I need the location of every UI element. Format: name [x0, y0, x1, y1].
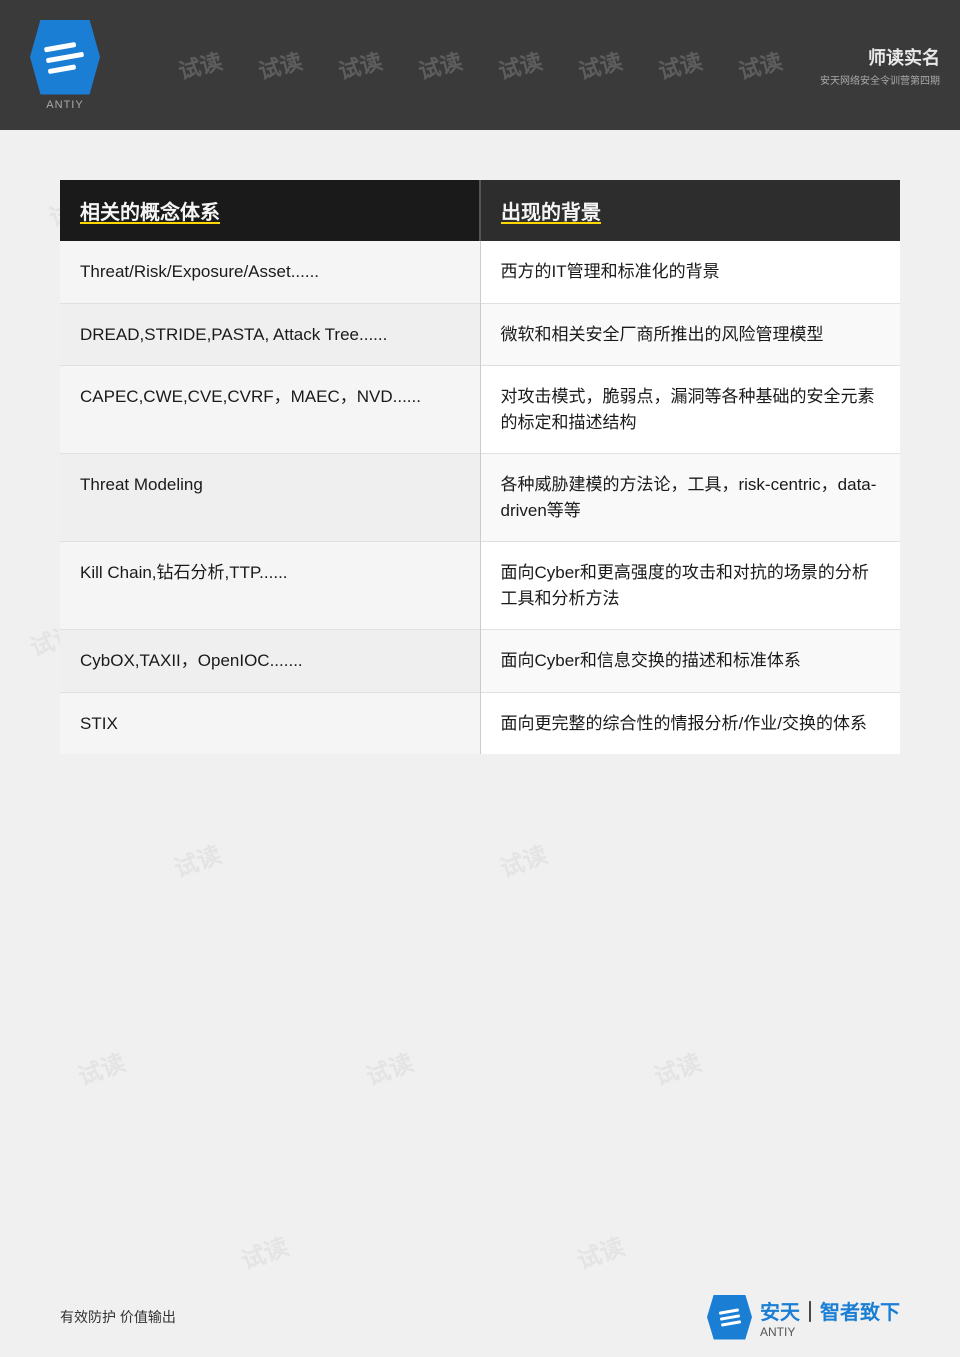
footer-line-2: [719, 1314, 739, 1320]
body-wm-15: 试读: [648, 1043, 705, 1092]
row-5-left: Kill Chain,钻石分析,TTP......: [60, 542, 480, 630]
table-body: Threat/Risk/Exposure/Asset...... 西方的IT管理…: [60, 241, 900, 754]
col-right-header: 出现的背景: [480, 180, 900, 241]
row-6-right: 面向Cyber和信息交换的描述和标准体系: [480, 630, 900, 693]
footer-logo-icon: [707, 1295, 752, 1340]
right-logo-bottom: 安天网络安全令训营第四期: [820, 72, 940, 87]
row-1-left: Threat/Risk/Exposure/Asset......: [60, 241, 480, 303]
row-2-right: 微软和相关安全厂商所推出的风险管理模型: [480, 303, 900, 366]
page-header: ANTIY 试读 试读 试读 试读 试读 试读 试读 试读 师读实名 安天网络安…: [0, 0, 960, 130]
body-wm-11: 试读: [168, 835, 225, 884]
body-wm-17: 试读: [571, 1227, 628, 1276]
concept-table: 相关的概念体系 出现的背景 Threat/Risk/Exposure/Asset…: [60, 180, 900, 754]
footer-slogan: 有效防护 价值输出: [60, 1307, 176, 1327]
logo-line-3: [48, 64, 76, 74]
table-row: Kill Chain,钻石分析,TTP...... 面向Cyber和更高强度的攻…: [60, 542, 900, 630]
footer-logo-label: ANTIY: [760, 1325, 900, 1339]
col-left-header: 相关的概念体系: [60, 180, 480, 241]
row-4-right: 各种威胁建模的方法论，工具，risk-centric，data-driven等等: [480, 454, 900, 542]
footer-brand-text: 安天｜智者致下 ANTIY: [760, 1296, 900, 1339]
footer-brand-area: 安天｜智者致下 ANTIY: [707, 1295, 900, 1340]
header-wm-8: 试读: [735, 44, 786, 86]
row-7-right: 面向更完整的综合性的情报分析/作业/交换的体系: [480, 692, 900, 754]
body-wm-14: 试读: [360, 1043, 417, 1092]
table-row: CybOX,TAXII，OpenIOC....... 面向Cyber和信息交换的…: [60, 630, 900, 693]
footer-line-3: [720, 1320, 740, 1326]
footer-line-1: [718, 1308, 738, 1314]
table-row: CAPEC,CWE,CVE,CVRF，MAEC，NVD...... 对攻击模式，…: [60, 366, 900, 454]
logo-line-1: [44, 41, 76, 51]
header-wm-6: 试读: [575, 44, 626, 86]
main-content: 相关的概念体系 出现的背景 Threat/Risk/Exposure/Asset…: [0, 130, 960, 814]
table-row: Threat Modeling 各种威胁建模的方法论，工具，risk-centr…: [60, 454, 900, 542]
row-3-left: CAPEC,CWE,CVE,CVRF，MAEC，NVD......: [60, 366, 480, 454]
body-wm-12: 试读: [495, 835, 552, 884]
logo-line-2: [46, 51, 84, 63]
footer-brand-name: 安天｜智者致下: [760, 1296, 900, 1325]
logo-lines-icon: [44, 40, 86, 73]
table-row: DREAD,STRIDE,PASTA, Attack Tree...... 微软…: [60, 303, 900, 366]
row-3-right: 对攻击模式，脆弱点，漏洞等各种基础的安全元素的标定和描述结构: [480, 366, 900, 454]
row-1-right: 西方的IT管理和标准化的背景: [480, 241, 900, 303]
table-header-row: 相关的概念体系 出现的背景: [60, 180, 900, 241]
header-wm-7: 试读: [655, 44, 706, 86]
header-wm-5: 试读: [495, 44, 546, 86]
footer-brand-sub: 智者致下: [820, 1302, 900, 1324]
header-watermark-area: 试读 试读 试读 试读 试读 试读 试读 试读: [0, 0, 960, 130]
table-row: Threat/Risk/Exposure/Asset...... 西方的IT管理…: [60, 241, 900, 303]
right-logo-top: 师读实名: [868, 44, 940, 70]
row-2-left: DREAD,STRIDE,PASTA, Attack Tree......: [60, 303, 480, 366]
footer-brand-main: 安天: [760, 1302, 800, 1324]
header-wm-2: 试读: [255, 44, 306, 86]
body-wm-13: 试读: [72, 1043, 129, 1092]
page-footer: 有效防护 价值输出 安天｜智者致下 ANTIY: [0, 1277, 960, 1357]
logo-text: ANTIY: [46, 99, 83, 111]
row-4-left: Threat Modeling: [60, 454, 480, 542]
header-wm-4: 试读: [415, 44, 466, 86]
table-row: STIX 面向更完整的综合性的情报分析/作业/交换的体系: [60, 692, 900, 754]
row-5-right: 面向Cyber和更高强度的攻击和对抗的场景的分析工具和分析方法: [480, 542, 900, 630]
row-6-left: CybOX,TAXII，OpenIOC.......: [60, 630, 480, 693]
logo-hexagon: [30, 20, 100, 95]
header-wm-3: 试读: [335, 44, 386, 86]
header-wm-1: 试读: [175, 44, 226, 86]
row-7-left: STIX: [60, 692, 480, 754]
footer-logo-lines: [718, 1308, 740, 1326]
header-right-logo: 师读实名 安天网络安全令训营第四期: [820, 25, 940, 105]
body-wm-16: 试读: [235, 1227, 292, 1276]
antiy-logo: ANTIY: [20, 15, 110, 115]
